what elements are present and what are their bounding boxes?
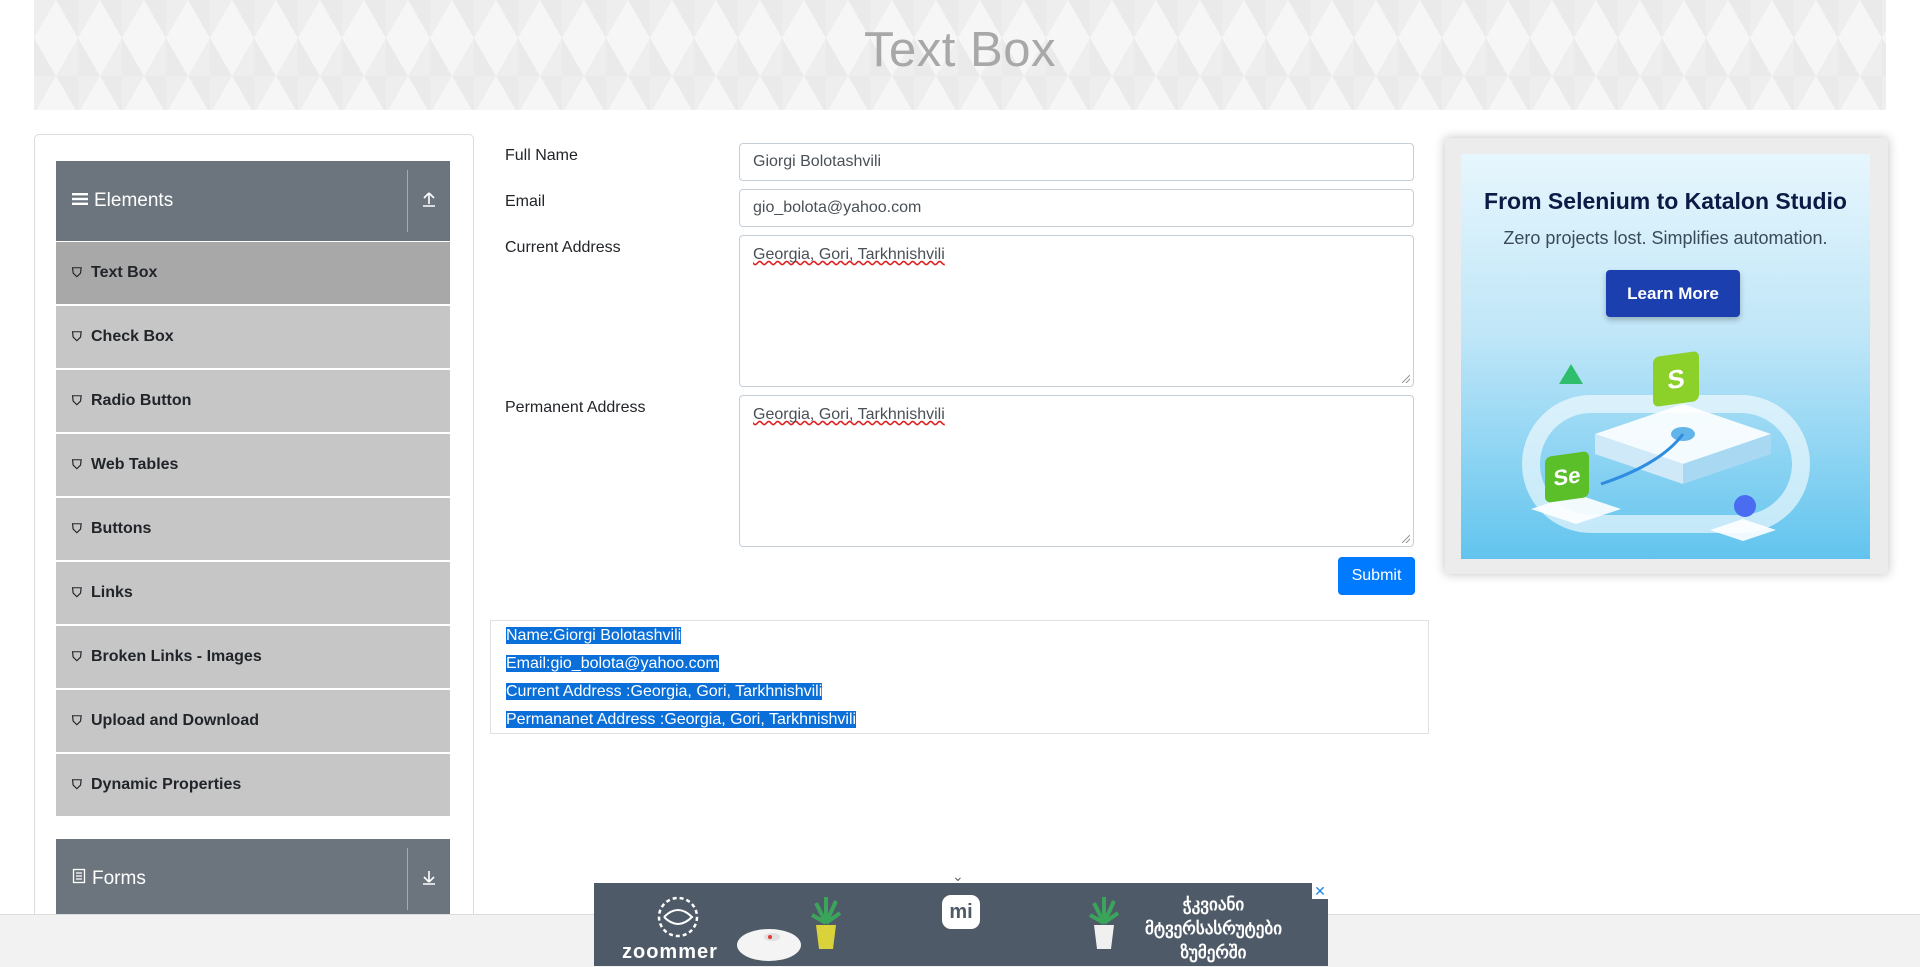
ad-title: From Selenium to Katalon Studio	[1484, 188, 1847, 214]
html5-icon: ⛉	[72, 585, 82, 600]
sidebar-item-links[interactable]: ⛉ Links	[56, 562, 450, 626]
sidebar-items: ⛉ Text Box ⛉ Check Box ⛉ Radio Button ⛉ Web …	[56, 242, 450, 818]
banner-text: ჭკვიანი მტვერსასრუტები ზუმერში	[1144, 895, 1282, 962]
sidebar-item-upload-download[interactable]: ⛉ Upload and Download	[56, 690, 450, 754]
html5-icon: ⛉	[72, 713, 82, 728]
email-input[interactable]: gio_bolota@yahoo.com	[739, 189, 1414, 227]
menu-icon	[72, 190, 88, 212]
output-name: Name:Giorgi Bolotashvili	[506, 627, 682, 644]
html5-icon: ⛉	[72, 457, 82, 472]
html5-icon: ⛉	[72, 265, 82, 280]
output-email: Email:gio_bolota@yahoo.com	[506, 655, 719, 672]
html5-icon: ⛉	[72, 393, 82, 408]
html5-icon: ⛉	[72, 521, 82, 536]
full-name-label: Full Name	[505, 147, 578, 164]
output-current-address: Current Address :Georgia, Gori, Tarkhnis…	[506, 683, 823, 700]
collapse-up-icon[interactable]	[408, 190, 450, 213]
full-name-input[interactable]: Giorgi Bolotashvili	[739, 143, 1414, 181]
ad-subtitle: Zero projects lost. Simplifies automatio…	[1503, 228, 1828, 248]
resize-handle[interactable]	[1402, 535, 1410, 543]
ad-card[interactable]: From Selenium to Katalon Studio Zero pro…	[1445, 138, 1888, 574]
sidebar-group-elements[interactable]: Elements	[56, 161, 450, 241]
sidebar-item-radio-button[interactable]: ⛉ Radio Button	[56, 370, 450, 434]
robot-vacuum-image	[737, 929, 801, 961]
close-icon[interactable]: ✕	[1312, 883, 1328, 899]
html5-icon: ⛉	[72, 777, 82, 792]
form-icon	[72, 868, 86, 890]
sidebar-item-web-tables[interactable]: ⛉ Web Tables	[56, 434, 450, 498]
current-address-value: Georgia, Gori, Tarkhnishvili	[753, 246, 945, 263]
zoommer-brand: zoommer	[622, 941, 718, 963]
page-title: Text Box	[864, 23, 1056, 77]
sidebar-item-dynamic-properties[interactable]: ⛉ Dynamic Properties	[56, 754, 450, 818]
html5-icon: ⛉	[72, 329, 82, 344]
sidebar-group-label: Forms	[92, 868, 146, 889]
sidebar-group-label: Elements	[94, 190, 174, 211]
plant-image	[811, 897, 842, 949]
expand-down-icon[interactable]	[408, 868, 450, 891]
ad-image[interactable]: From Selenium to Katalon Studio Zero pro…	[1461, 154, 1870, 559]
learn-more-button[interactable]: Learn More	[1606, 270, 1740, 317]
katalon-badge: S	[1653, 350, 1699, 408]
sidebar-item-buttons[interactable]: ⛉ Buttons	[56, 498, 450, 562]
zoommer-logo-icon	[657, 896, 699, 938]
selenium-badge: Se	[1545, 450, 1589, 504]
sidebar: Elements ⛉ Text Box ⛉ Check Box ⛉ Radio But…	[34, 134, 474, 915]
current-address-label: Current Address	[505, 239, 621, 256]
sidebar-group-forms[interactable]: Forms	[56, 839, 450, 915]
permanent-address-value: Georgia, Gori, Tarkhnishvili	[753, 406, 945, 423]
output-box: Name:Giorgi Bolotashvili Email:gio_bolot…	[490, 620, 1429, 734]
page-header: Text Box	[34, 0, 1886, 110]
plant-image	[1089, 897, 1120, 949]
output-permanent-address: Permananet Address :Georgia, Gori, Tarkh…	[506, 711, 857, 728]
sidebar-item-broken-links[interactable]: ⛉ Broken Links - Images	[56, 626, 450, 690]
current-address-textarea[interactable]: Georgia, Gori, Tarkhnishvili	[739, 235, 1414, 387]
bottom-ad-banner[interactable]: zoommer mi ჭკვიანი მტვერსასრუტები ზუმერშ…	[594, 883, 1328, 966]
sidebar-item-text-box[interactable]: ⛉ Text Box	[56, 242, 450, 306]
resize-handle[interactable]	[1402, 375, 1410, 383]
mi-logo: mi	[942, 895, 980, 929]
submit-button[interactable]: Submit	[1338, 557, 1415, 595]
permanent-address-label: Permanent Address	[505, 399, 646, 416]
html5-icon: ⛉	[72, 649, 82, 664]
permanent-address-textarea[interactable]: Georgia, Gori, Tarkhnishvili	[739, 395, 1414, 547]
email-label: Email	[505, 193, 546, 210]
sidebar-item-check-box[interactable]: ⛉ Check Box	[56, 306, 450, 370]
